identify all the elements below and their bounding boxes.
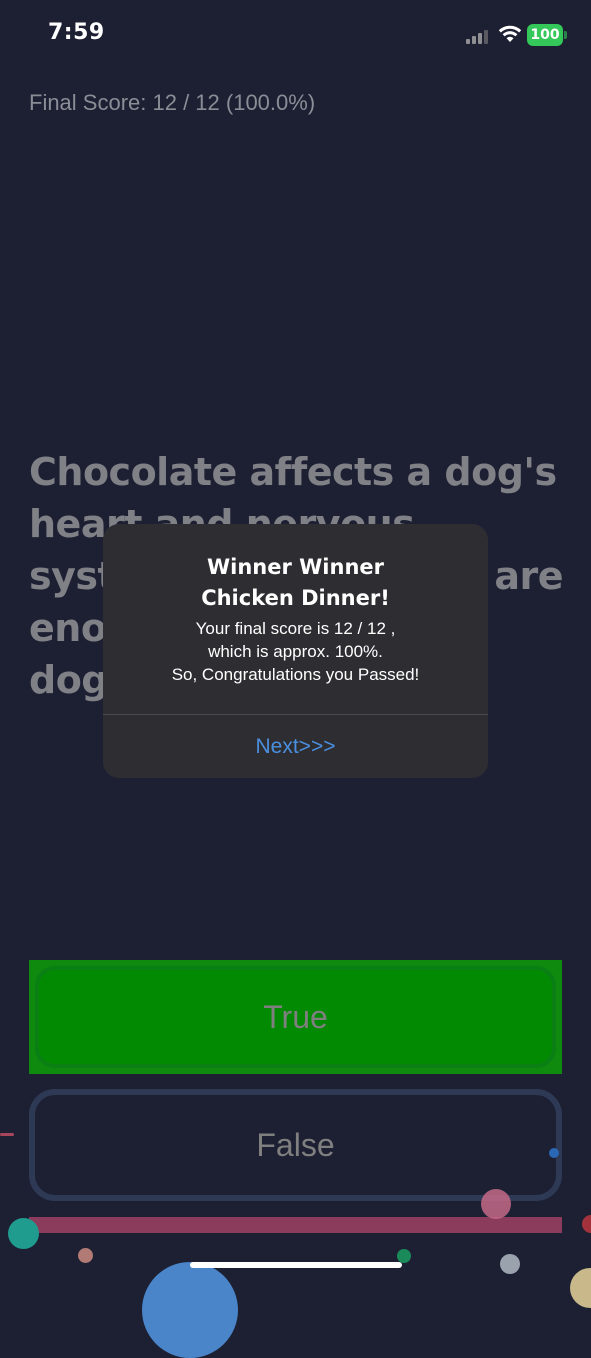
alert-title: Winner Winner Chicken Dinner! xyxy=(103,552,488,614)
confetti-dot xyxy=(549,1148,559,1158)
final-score-label: Final Score: 12 / 12 (100.0%) xyxy=(29,90,316,115)
battery-icon: 100 xyxy=(527,24,563,46)
confetti-dot xyxy=(78,1248,93,1263)
alert-title-line: Winner Winner xyxy=(206,555,385,579)
true-button-label: True xyxy=(35,966,556,1068)
false-button[interactable]: False xyxy=(29,1089,562,1201)
confetti-dot xyxy=(0,1133,14,1136)
confetti-dot xyxy=(8,1218,39,1249)
status-time: 7:59 xyxy=(48,20,105,45)
confetti-dot xyxy=(570,1268,591,1308)
confetti-dot xyxy=(142,1262,238,1358)
wifi-icon xyxy=(498,25,522,42)
next-button[interactable]: Next>>> xyxy=(103,715,488,778)
confetti-dot xyxy=(582,1215,591,1233)
alert-message: Your final score is 12 / 12 , which is a… xyxy=(103,617,488,686)
progress-bar xyxy=(29,1217,562,1233)
confetti-dot xyxy=(500,1254,520,1274)
true-button[interactable]: True xyxy=(29,960,562,1074)
result-alert-dialog: Winner Winner Chicken Dinner! Your final… xyxy=(103,524,488,778)
alert-message-line: Your final score is 12 / 12 , xyxy=(195,619,396,638)
confetti-dot xyxy=(481,1189,511,1219)
status-bar: 7:59 100 xyxy=(0,0,591,70)
alert-message-line: which is approx. 100%. xyxy=(208,642,383,661)
alert-title-line: Chicken Dinner! xyxy=(201,586,390,610)
confetti-dot xyxy=(397,1249,411,1263)
home-indicator[interactable] xyxy=(190,1262,402,1268)
cellular-signal-icon xyxy=(466,30,488,44)
battery-nub xyxy=(564,31,567,39)
alert-message-line: So, Congratulations you Passed! xyxy=(171,665,420,684)
